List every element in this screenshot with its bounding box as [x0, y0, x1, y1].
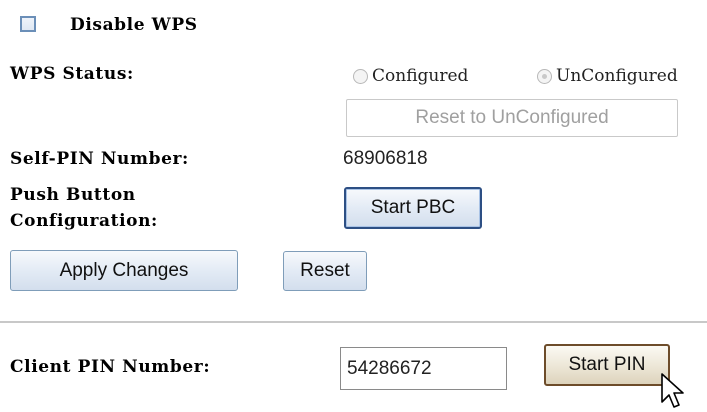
disable-wps-label: Disable WPS [70, 15, 198, 35]
radio-configured-label: Configured [372, 66, 469, 86]
radio-configured[interactable]: Configured [353, 66, 468, 86]
reset-to-unconfigured-button[interactable]: Reset to UnConfigured [346, 99, 678, 137]
disable-wps-checkbox[interactable] [20, 16, 36, 32]
client-pin-label: Client PIN Number: [10, 357, 211, 377]
start-pbc-button[interactable]: Start PBC [344, 187, 482, 229]
self-pin-value: 68906818 [343, 148, 428, 169]
pbc-label-line1: Push Button [10, 185, 136, 205]
client-pin-input[interactable]: 54286672 [340, 347, 507, 390]
self-pin-label: Self-PIN Number: [10, 149, 189, 169]
radio-unconfigured-circle[interactable] [537, 68, 552, 84]
radio-unconfigured[interactable]: UnConfigured [537, 66, 678, 86]
radio-configured-circle[interactable] [353, 68, 368, 84]
section-divider [0, 321, 707, 323]
radio-unconfigured-label: UnConfigured [556, 66, 678, 86]
start-pin-button[interactable]: Start PIN [544, 344, 670, 386]
pbc-label-line2: Configuration: [10, 211, 158, 231]
arrow-cursor-icon [661, 373, 684, 408]
wps-status-label: WPS Status: [10, 64, 134, 84]
apply-changes-button[interactable]: Apply Changes [10, 250, 238, 291]
reset-button[interactable]: Reset [283, 251, 367, 291]
